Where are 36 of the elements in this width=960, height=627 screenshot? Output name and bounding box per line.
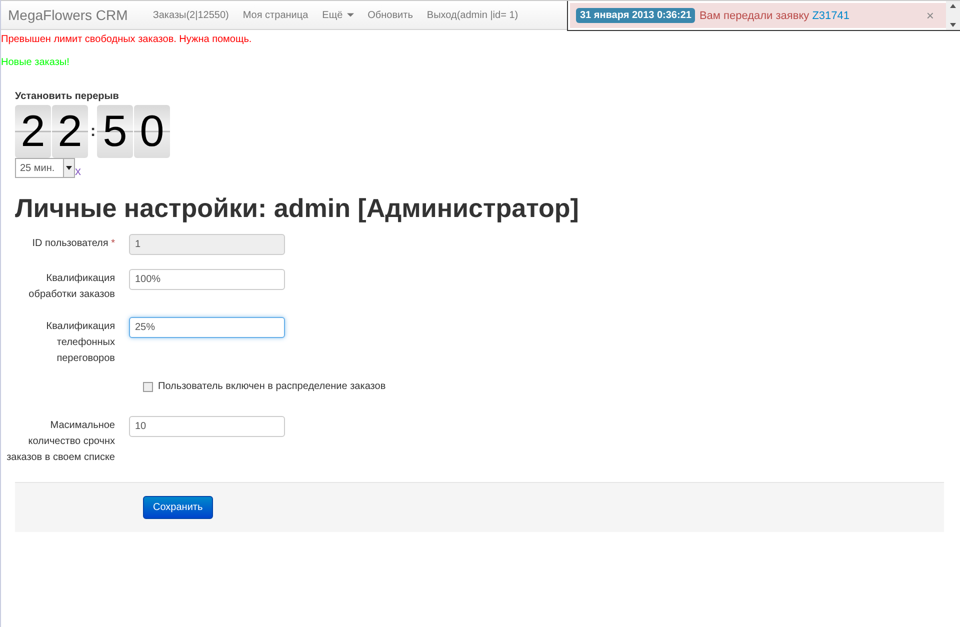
order-link[interactable]: Z31741 [812, 10, 850, 22]
timestamp-badge: 31 января 2013 0:36:21 [576, 8, 696, 23]
nav-link[interactable]: Обновить [360, 10, 420, 20]
text-input[interactable]: 100% [129, 269, 285, 290]
scroll-up-icon[interactable] [950, 4, 956, 8]
caret-icon [346, 13, 354, 17]
brand-link[interactable]: MegaFlowers CRM [1, 7, 146, 23]
notification-message: Вам передали заявку Z31741 [699, 10, 850, 22]
alert-message: Новые заказы! [1, 57, 70, 68]
clear-link[interactable]: x [75, 164, 81, 178]
text-input[interactable]: 25% [129, 317, 285, 338]
field-label: Квалификация телефонных переговоров [46, 321, 115, 364]
clock-digit: 2 [52, 105, 88, 158]
field-label: Квалификация обработки заказов [28, 273, 115, 300]
clock-separator: : [89, 122, 97, 140]
duration-select[interactable]: 25 мин. [15, 158, 75, 178]
clock-digit: 0 [134, 105, 170, 158]
scrollbar[interactable] [946, 1, 960, 30]
nav-link[interactable]: Заказы(2|12550) [146, 10, 236, 20]
clock-digit: 5 [97, 105, 133, 158]
field-label: ID пользователя * [32, 238, 115, 249]
checkbox[interactable] [143, 382, 153, 392]
scroll-down-icon[interactable] [950, 23, 956, 27]
alert-message: Превышен лимит свободных заказов. Нужна помощь. [1, 34, 252, 45]
page-heading: Личные настройки: admin [Администратор] [15, 192, 580, 224]
break-title: Установить перерыв [15, 91, 119, 102]
nav-link[interactable]: Моя страница [236, 10, 316, 20]
caret-icon [66, 166, 72, 170]
clock-digit: 2 [15, 105, 51, 158]
save-button[interactable]: Сохранить [143, 496, 213, 519]
field-label: Масимальное количество срочнх заказов в своем списке [6, 420, 115, 463]
checkbox-label: Пользователь включен в распределение заказов [158, 381, 386, 392]
close-button[interactable]: × [926, 8, 934, 23]
text-input[interactable]: 10 [129, 416, 285, 437]
nav-link[interactable]: Ещё [315, 10, 361, 20]
nav-link[interactable]: Выход(admin |id= 1) [420, 10, 526, 20]
